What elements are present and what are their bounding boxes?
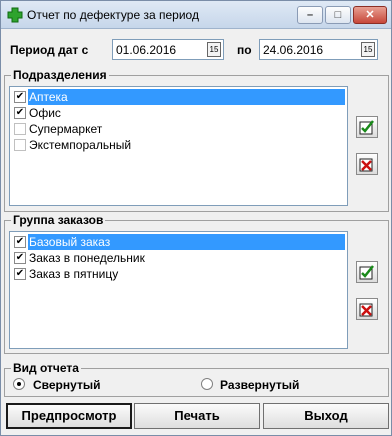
checkbox[interactable]: ✔ (14, 91, 26, 103)
list-item[interactable]: ✔ Офис (12, 105, 345, 121)
select-all-orders-button[interactable] (356, 261, 378, 283)
radio-dot (17, 382, 21, 386)
list-item[interactable]: Экстемпоральный (12, 137, 345, 153)
exit-button[interactable]: Выход (263, 403, 389, 429)
check-all-icon (359, 265, 374, 280)
checkbox[interactable]: ✔ (14, 236, 26, 248)
list-item[interactable]: ✔ Заказ в понедельник (12, 250, 345, 266)
list-item[interactable]: ✔ Базовый заказ (12, 234, 345, 250)
list-item-label: Экстемпоральный (29, 138, 132, 152)
window-title: Отчет по дефектуре за период (27, 8, 199, 22)
checkbox[interactable] (14, 123, 26, 135)
list-item-label: Заказ в пятницу (29, 267, 119, 281)
minimize-button[interactable]: – (297, 6, 323, 24)
date-to-value: 24.06.2016 (263, 43, 324, 57)
check-all-icon (359, 120, 374, 135)
list-item[interactable]: ✔ Аптека (12, 89, 345, 105)
title-bar[interactable]: Отчет по дефектуре за период – □ ✕ (1, 1, 391, 29)
date-from-value: 01.06.2016 (116, 43, 177, 57)
print-button[interactable]: Печать (134, 403, 260, 429)
period-to-label: по (237, 43, 252, 57)
select-all-departments-button[interactable] (356, 116, 378, 138)
list-item[interactable]: Супермаркет (12, 121, 345, 137)
uncheck-all-icon (359, 303, 373, 317)
maximize-icon: □ (334, 9, 342, 21)
radio-collapsed[interactable] (13, 378, 25, 390)
calendar-icon[interactable]: 15 (361, 42, 375, 57)
minimize-icon: – (306, 9, 314, 21)
checkbox[interactable]: ✔ (14, 268, 26, 280)
maximize-button[interactable]: □ (325, 6, 351, 24)
date-from-field[interactable]: 01.06.2016 15 (112, 39, 224, 60)
order-groups-title: Группа заказов (11, 213, 106, 227)
preview-button[interactable]: Предпросмотр (6, 403, 132, 429)
period-label: Период дат с (10, 43, 89, 57)
departments-list[interactable]: ✔ Аптека ✔ Офис Супермаркет Экстемпораль… (9, 86, 348, 206)
list-item[interactable]: ✔ Заказ в пятницу (12, 266, 345, 282)
calendar-icon[interactable]: 15 (207, 42, 221, 57)
close-icon: ✕ (365, 9, 375, 21)
list-item-label: Офис (29, 106, 61, 120)
checkbox[interactable]: ✔ (14, 107, 26, 119)
radio-collapsed-label[interactable]: Свернутый (33, 378, 100, 392)
clear-all-departments-button[interactable] (356, 153, 378, 175)
report-dialog-window: Отчет по дефектуре за период – □ ✕ Перио… (0, 0, 392, 436)
radio-expanded-label[interactable]: Развернутый (220, 378, 299, 392)
checkbox[interactable] (14, 139, 26, 151)
order-groups-list[interactable]: ✔ Базовый заказ ✔ Заказ в понедельник ✔ … (9, 231, 348, 349)
radio-expanded[interactable] (201, 378, 213, 390)
clear-all-orders-button[interactable] (356, 298, 378, 320)
uncheck-all-icon (359, 158, 373, 172)
list-item-label: Заказ в понедельник (29, 251, 145, 265)
list-item-label: Базовый заказ (28, 234, 345, 250)
green-cross-icon (7, 7, 23, 23)
date-to-field[interactable]: 24.06.2016 15 (259, 39, 378, 60)
close-button[interactable]: ✕ (353, 6, 387, 24)
list-item-label: Супермаркет (29, 122, 103, 136)
checkbox[interactable]: ✔ (14, 252, 26, 264)
list-item-label: Аптека (28, 89, 345, 105)
report-type-title: Вид отчета (11, 361, 81, 375)
departments-title: Подразделения (11, 68, 109, 82)
